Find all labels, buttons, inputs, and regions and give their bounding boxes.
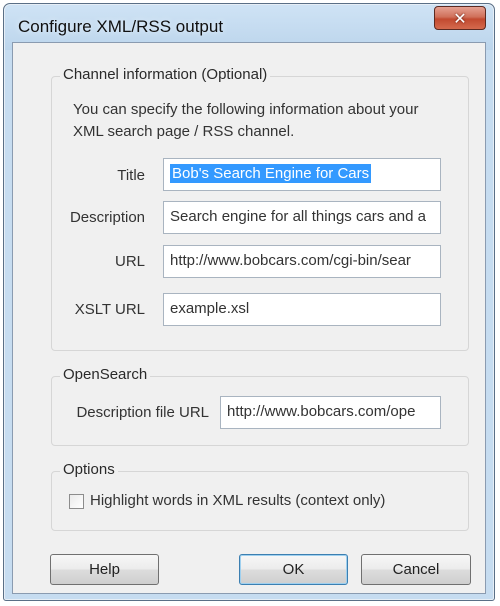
description-file-url-field[interactable]: http://www.bobcars.com/ope bbox=[220, 396, 441, 429]
channel-intro-line2: XML search page / RSS channel. bbox=[73, 123, 295, 140]
close-icon: ✕ bbox=[453, 8, 467, 28]
title-label: Title bbox=[117, 167, 145, 184]
title-field-value: Bob's Search Engine for Cars bbox=[170, 164, 372, 183]
cancel-button[interactable]: Cancel bbox=[361, 554, 471, 585]
dialog-window: Configure XML/RSS output ✕ Channel infor… bbox=[3, 3, 495, 601]
highlight-words-label[interactable]: Highlight words in XML results (context … bbox=[90, 492, 385, 509]
opensearch-legend: OpenSearch bbox=[60, 366, 151, 383]
description-field[interactable]: Search engine for all things cars and a bbox=[163, 201, 441, 234]
help-button[interactable]: Help bbox=[50, 554, 159, 585]
highlight-words-checkbox[interactable] bbox=[69, 494, 84, 509]
url-label: URL bbox=[114, 253, 145, 270]
channel-intro-line1: You can specify the following informatio… bbox=[73, 101, 419, 118]
ok-button[interactable]: OK bbox=[239, 554, 348, 585]
channel-info-legend: Channel information (Optional) bbox=[60, 66, 271, 83]
dialog-title: Configure XML/RSS output bbox=[18, 17, 224, 36]
title-field[interactable]: Bob's Search Engine for Cars bbox=[163, 158, 441, 191]
description-file-url-label: Description file URL bbox=[76, 404, 209, 421]
xslt-url-field[interactable]: example.xsl bbox=[163, 293, 441, 326]
description-label: Description bbox=[69, 209, 145, 226]
options-legend: Options bbox=[60, 461, 118, 478]
dialog-body: Channel information (Optional) You can s… bbox=[12, 42, 486, 594]
xslt-url-label: XSLT URL bbox=[74, 301, 145, 318]
close-button[interactable]: ✕ bbox=[434, 6, 486, 30]
url-field[interactable]: http://www.bobcars.com/cgi-bin/sear bbox=[163, 245, 441, 278]
